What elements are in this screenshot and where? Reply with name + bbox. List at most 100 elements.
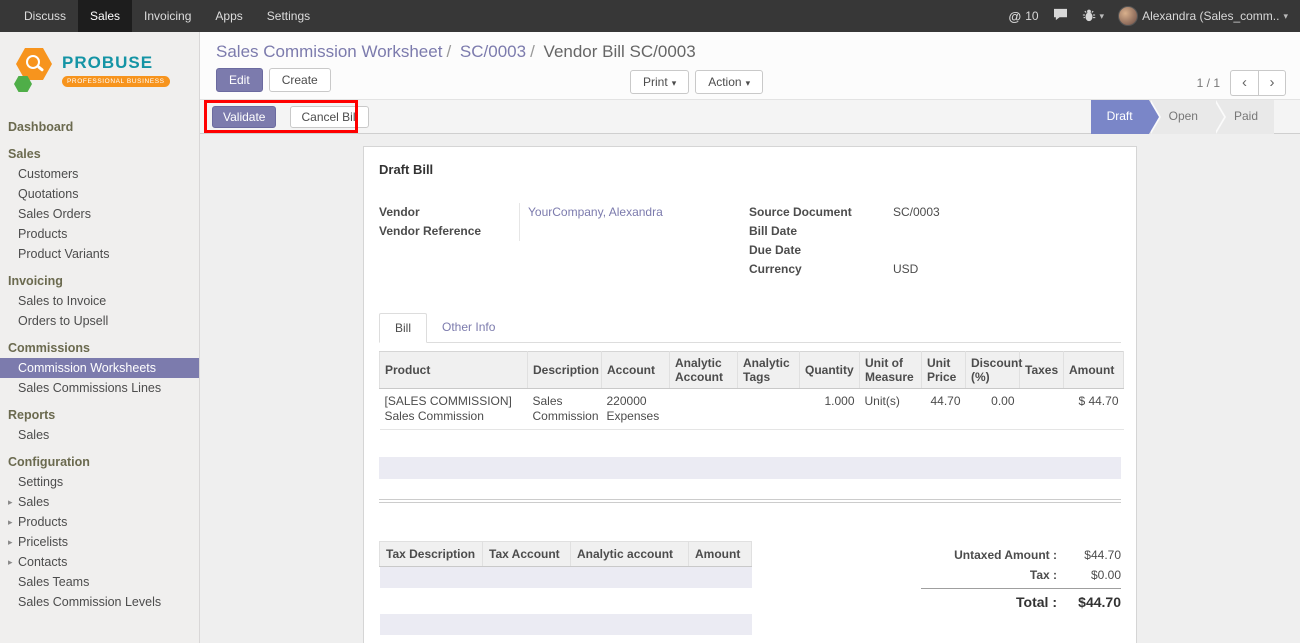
source-document-value: SC/0003 <box>893 203 1121 222</box>
breadcrumb: Sales Commission Worksheet/ SC/0003/ Ven… <box>216 38 1284 66</box>
total-amount-label: Total : <box>921 592 1057 612</box>
vendor-link[interactable]: YourCompany, Alexandra <box>528 205 663 219</box>
logo-title: PROBUSE <box>62 53 170 73</box>
menu-settings[interactable]: Settings <box>255 0 322 32</box>
pager-previous-button[interactable]: ‹ <box>1230 70 1258 96</box>
sidebar-item-product-variants[interactable]: Product Variants <box>0 244 199 264</box>
sidebar-item-orders-to-upsell[interactable]: Orders to Upsell <box>0 311 199 331</box>
breadcrumb-separator: / <box>526 42 539 61</box>
cell-description: Sales Commission <box>528 389 602 430</box>
due-date-label: Due Date <box>749 241 893 260</box>
tax-lines-table: Tax Description Tax Account Analytic acc… <box>379 541 752 635</box>
cancel-bill-button[interactable]: Cancel Bill <box>290 106 369 128</box>
invoice-lines-table: Product Description Account Analytic Acc… <box>379 351 1124 430</box>
col-header-taxes: Taxes <box>1020 352 1064 389</box>
menu-discuss[interactable]: Discuss <box>12 0 78 32</box>
sidebar-item-quotations[interactable]: Quotations <box>0 184 199 204</box>
sidebar-item-label: Pricelists <box>18 535 68 549</box>
sidebar-item-sales-to-invoice[interactable]: Sales to Invoice <box>0 291 199 311</box>
breadcrumb-current: Vendor Bill SC/0003 <box>544 42 696 61</box>
sidebar-item-pricelists[interactable]: ▸ Pricelists <box>0 532 199 552</box>
debug-menu-button[interactable]: ▾ <box>1082 8 1105 25</box>
sidebar-section-reports[interactable]: Reports <box>0 405 199 425</box>
status-step-draft[interactable]: Draft <box>1091 100 1149 134</box>
col-header-amount: Amount <box>1064 352 1124 389</box>
sidebar-item-settings[interactable]: Settings <box>0 472 199 492</box>
cell-analytic-account <box>670 389 738 430</box>
action-dropdown-button[interactable]: Action▾ <box>695 70 763 94</box>
currency-label: Currency <box>749 260 893 279</box>
empty-list-row <box>379 479 1121 499</box>
notebook-tabs: Bill Other Info <box>379 313 1121 343</box>
breadcrumb-worksheet-link[interactable]: Sales Commission Worksheet <box>216 42 442 61</box>
cell-amount: $ 44.70 <box>1064 389 1124 430</box>
menu-sales[interactable]: Sales <box>78 0 132 32</box>
logo-hexagon-icon <box>14 48 54 92</box>
col-header-tax-account: Tax Account <box>483 542 571 567</box>
validate-button[interactable]: Validate <box>212 106 276 128</box>
sidebar-item-products[interactable]: Products <box>0 224 199 244</box>
col-header-quantity: Quantity <box>800 352 860 389</box>
status-pipeline: Draft Open Paid <box>1091 100 1274 134</box>
bill-date-value <box>893 222 1121 241</box>
cell-account: 220000 Expenses <box>602 389 670 430</box>
due-date-value <box>893 241 1121 260</box>
messages-button[interactable] <box>1053 8 1068 24</box>
app-menus: Discuss Sales Invoicing Apps Settings <box>12 0 322 32</box>
chat-bubble-icon <box>1053 8 1068 24</box>
sidebar-item-sales-commission-levels[interactable]: Sales Commission Levels <box>0 592 199 612</box>
create-button[interactable]: Create <box>269 68 331 92</box>
chevron-down-icon: ▾ <box>1283 11 1288 22</box>
caret-right-icon: ▸ <box>8 497 13 508</box>
bug-icon <box>1082 8 1096 25</box>
sidebar-item-customers[interactable]: Customers <box>0 164 199 184</box>
form-sheet: Draft Bill Vendor YourCompany, Alexandra… <box>363 146 1137 643</box>
sidebar-item-sales-config[interactable]: ▸ Sales <box>0 492 199 512</box>
statusbar-buttons: Validate Cancel Bill <box>212 106 369 128</box>
sidebar-item-products-config[interactable]: ▸ Products <box>0 512 199 532</box>
menu-apps[interactable]: Apps <box>203 0 254 32</box>
form-view: Draft Bill Vendor YourCompany, Alexandra… <box>200 134 1300 643</box>
empty-tax-row-striped <box>380 614 752 635</box>
mentions-counter[interactable]: @ 10 <box>1009 9 1039 24</box>
sidebar-section-invoicing[interactable]: Invoicing <box>0 271 199 291</box>
sidebar-item-sales-teams[interactable]: Sales Teams <box>0 572 199 592</box>
untaxed-amount-value: $44.70 <box>1057 545 1121 565</box>
vendor-reference-value <box>519 222 749 241</box>
sidebar-item-sales-report[interactable]: Sales <box>0 425 199 445</box>
sidebar-item-contacts[interactable]: ▸ Contacts <box>0 552 199 572</box>
avatar <box>1118 6 1138 26</box>
sidebar-item-commission-worksheets[interactable]: Commission Worksheets <box>0 358 199 378</box>
currency-value: USD <box>893 260 1121 279</box>
tax-header-row: Tax Description Tax Account Analytic acc… <box>380 542 752 567</box>
col-header-discount: Discount (%) <box>966 352 1020 389</box>
cell-quantity: 1.000 <box>800 389 860 430</box>
invoice-line-row[interactable]: [SALES COMMISSION] Sales Commission Sale… <box>380 389 1124 430</box>
chevron-down-icon: ▾ <box>746 78 751 88</box>
menu-invoicing[interactable]: Invoicing <box>132 0 203 32</box>
sidebar-actions: Print▾ Action▾ <box>630 70 763 94</box>
sidebar-section-sales[interactable]: Sales <box>0 144 199 164</box>
tab-other-info[interactable]: Other Info <box>427 313 510 342</box>
tab-bill[interactable]: Bill <box>379 313 427 343</box>
edit-button[interactable]: Edit <box>216 68 263 92</box>
sidebar-section-configuration[interactable]: Configuration <box>0 452 199 472</box>
col-header-unit-price: Unit Price <box>922 352 966 389</box>
sidebar-section-dashboard[interactable]: Dashboard <box>0 117 199 137</box>
breadcrumb-separator: / <box>442 42 455 61</box>
list-footer-separator <box>379 499 1121 503</box>
breadcrumb-sc0003-link[interactable]: SC/0003 <box>460 42 526 61</box>
print-dropdown-button[interactable]: Print▾ <box>630 70 689 94</box>
pager-counter: 1 / 1 <box>1197 76 1220 90</box>
sidebar-section-commissions[interactable]: Commissions <box>0 338 199 358</box>
col-header-description: Description <box>528 352 602 389</box>
sidebar-item-sales-orders[interactable]: Sales Orders <box>0 204 199 224</box>
col-header-product: Product <box>380 352 528 389</box>
tax-amount-label: Tax : <box>921 565 1057 585</box>
pager-next-button[interactable]: › <box>1258 70 1286 96</box>
sidebar-item-label: Products <box>18 515 67 529</box>
sidebar-item-sales-commissions-lines[interactable]: Sales Commissions Lines <box>0 378 199 398</box>
user-menu[interactable]: Alexandra (Sales_comm.. ▾ <box>1118 6 1288 26</box>
sidebar-item-label: Sales <box>18 495 49 509</box>
secondary-nav: Dashboard Sales Customers Quotations Sal… <box>0 106 199 612</box>
